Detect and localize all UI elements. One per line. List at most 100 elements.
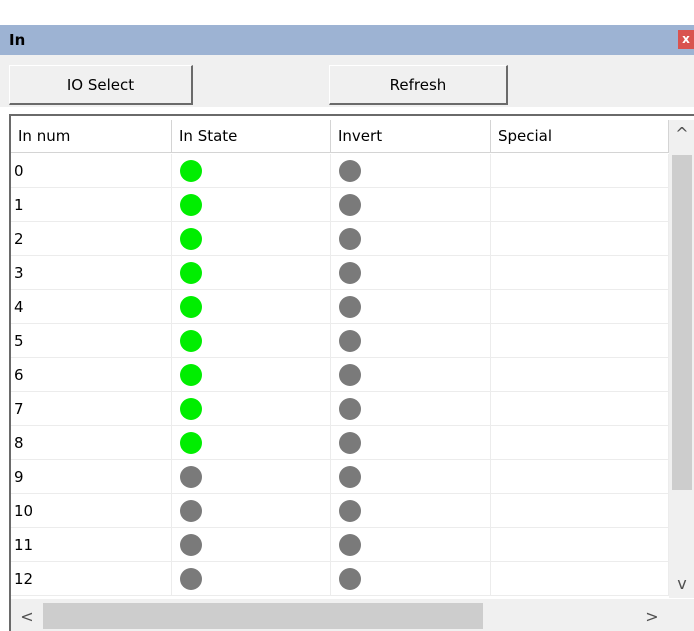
in-state-cell [172,528,331,562]
state-led-icon [180,194,202,216]
invert-cell[interactable] [331,562,491,596]
window-titlebar: In x [0,0,694,55]
window-title: In [9,31,26,49]
grid-rows: 0 1 2 3 4 5 6 7 8 9 10 11 12 [11,154,669,599]
in-num-cell: 10 [11,494,172,528]
table-row[interactable]: 12 [11,562,669,596]
table-row[interactable]: 2 [11,222,669,256]
column-header-special[interactable]: Special [491,120,669,153]
in-state-cell [172,426,331,460]
io-select-button[interactable]: IO Select [9,65,193,105]
vertical-scroll-thumb[interactable] [672,155,692,490]
state-led-icon [180,568,202,590]
table-row[interactable]: 7 [11,392,669,426]
special-cell [491,222,669,256]
table-row[interactable]: 0 [11,154,669,188]
horizontal-scroll-thumb[interactable] [43,603,483,629]
invert-cell[interactable] [331,460,491,494]
close-button[interactable]: x [678,30,694,49]
special-cell [491,324,669,358]
column-header-invert[interactable]: Invert [331,120,491,153]
column-header-in-state[interactable]: In State [172,120,331,153]
state-led-icon [180,432,202,454]
in-num-cell: 11 [11,528,172,562]
in-num-cell: 7 [11,392,172,426]
in-num-cell: 12 [11,562,172,596]
table-row[interactable]: 4 [11,290,669,324]
invert-cell[interactable] [331,188,491,222]
invert-cell[interactable] [331,324,491,358]
in-state-cell [172,324,331,358]
special-cell [491,154,669,188]
in-state-cell [172,358,331,392]
invert-led-icon [339,432,361,454]
input-grid: In num In State Invert Special 012345678… [9,114,694,631]
invert-led-icon [339,228,361,250]
in-state-cell [172,562,331,596]
invert-cell[interactable] [331,358,491,392]
invert-led-icon [339,160,361,182]
vertical-scrollbar[interactable]: ^ v [669,120,694,598]
in-num-cell: 6 [11,358,172,392]
invert-led-icon [339,534,361,556]
state-led-icon [180,160,202,182]
invert-cell[interactable] [331,392,491,426]
state-led-icon [180,500,202,522]
in-state-cell [172,290,331,324]
special-cell [491,358,669,392]
special-cell [491,188,669,222]
table-row[interactable]: 6 [11,358,669,392]
in-num-cell: 2 [11,222,172,256]
invert-led-icon [339,398,361,420]
scroll-right-icon[interactable]: > [639,603,665,629]
table-row[interactable]: 9 [11,460,669,494]
in-num-cell: 9 [11,460,172,494]
invert-cell[interactable] [331,290,491,324]
in-num-cell: 3 [11,256,172,290]
in-state-cell [172,222,331,256]
state-led-icon [180,228,202,250]
scroll-down-icon[interactable]: v [669,570,694,596]
state-led-icon [180,364,202,386]
special-cell [491,392,669,426]
invert-led-icon [339,296,361,318]
scrollbar-corner [669,599,694,631]
in-state-cell [172,154,331,188]
invert-cell[interactable] [331,256,491,290]
invert-cell[interactable] [331,154,491,188]
special-cell [491,528,669,562]
toolbar: IO Select Refresh [0,55,694,107]
table-row[interactable]: 11 [11,528,669,562]
table-row[interactable]: 3 [11,256,669,290]
invert-cell[interactable] [331,494,491,528]
invert-cell[interactable] [331,222,491,256]
invert-led-icon [339,568,361,590]
in-state-cell [172,392,331,426]
scroll-up-icon[interactable]: ^ [669,120,694,146]
invert-led-icon [339,194,361,216]
scroll-left-icon[interactable]: < [14,603,40,629]
horizontal-scrollbar[interactable]: < > [11,599,669,631]
in-num-cell: 8 [11,426,172,460]
invert-led-icon [339,262,361,284]
titlebar-strip: In x [0,25,694,55]
special-cell [491,256,669,290]
in-num-cell: 1 [11,188,172,222]
table-row[interactable]: 5 [11,324,669,358]
refresh-button[interactable]: Refresh [329,65,508,105]
table-row[interactable]: 10 [11,494,669,528]
invert-cell[interactable] [331,528,491,562]
state-led-icon [180,262,202,284]
in-state-cell [172,188,331,222]
state-led-icon [180,296,202,318]
column-header-in-num[interactable]: In num [11,120,172,153]
invert-cell[interactable] [331,426,491,460]
special-cell [491,290,669,324]
state-led-icon [180,534,202,556]
special-cell [491,426,669,460]
special-cell [491,562,669,596]
close-icon: x [682,32,690,46]
table-row[interactable]: 1 [11,188,669,222]
table-row[interactable]: 8 [11,426,669,460]
invert-led-icon [339,466,361,488]
